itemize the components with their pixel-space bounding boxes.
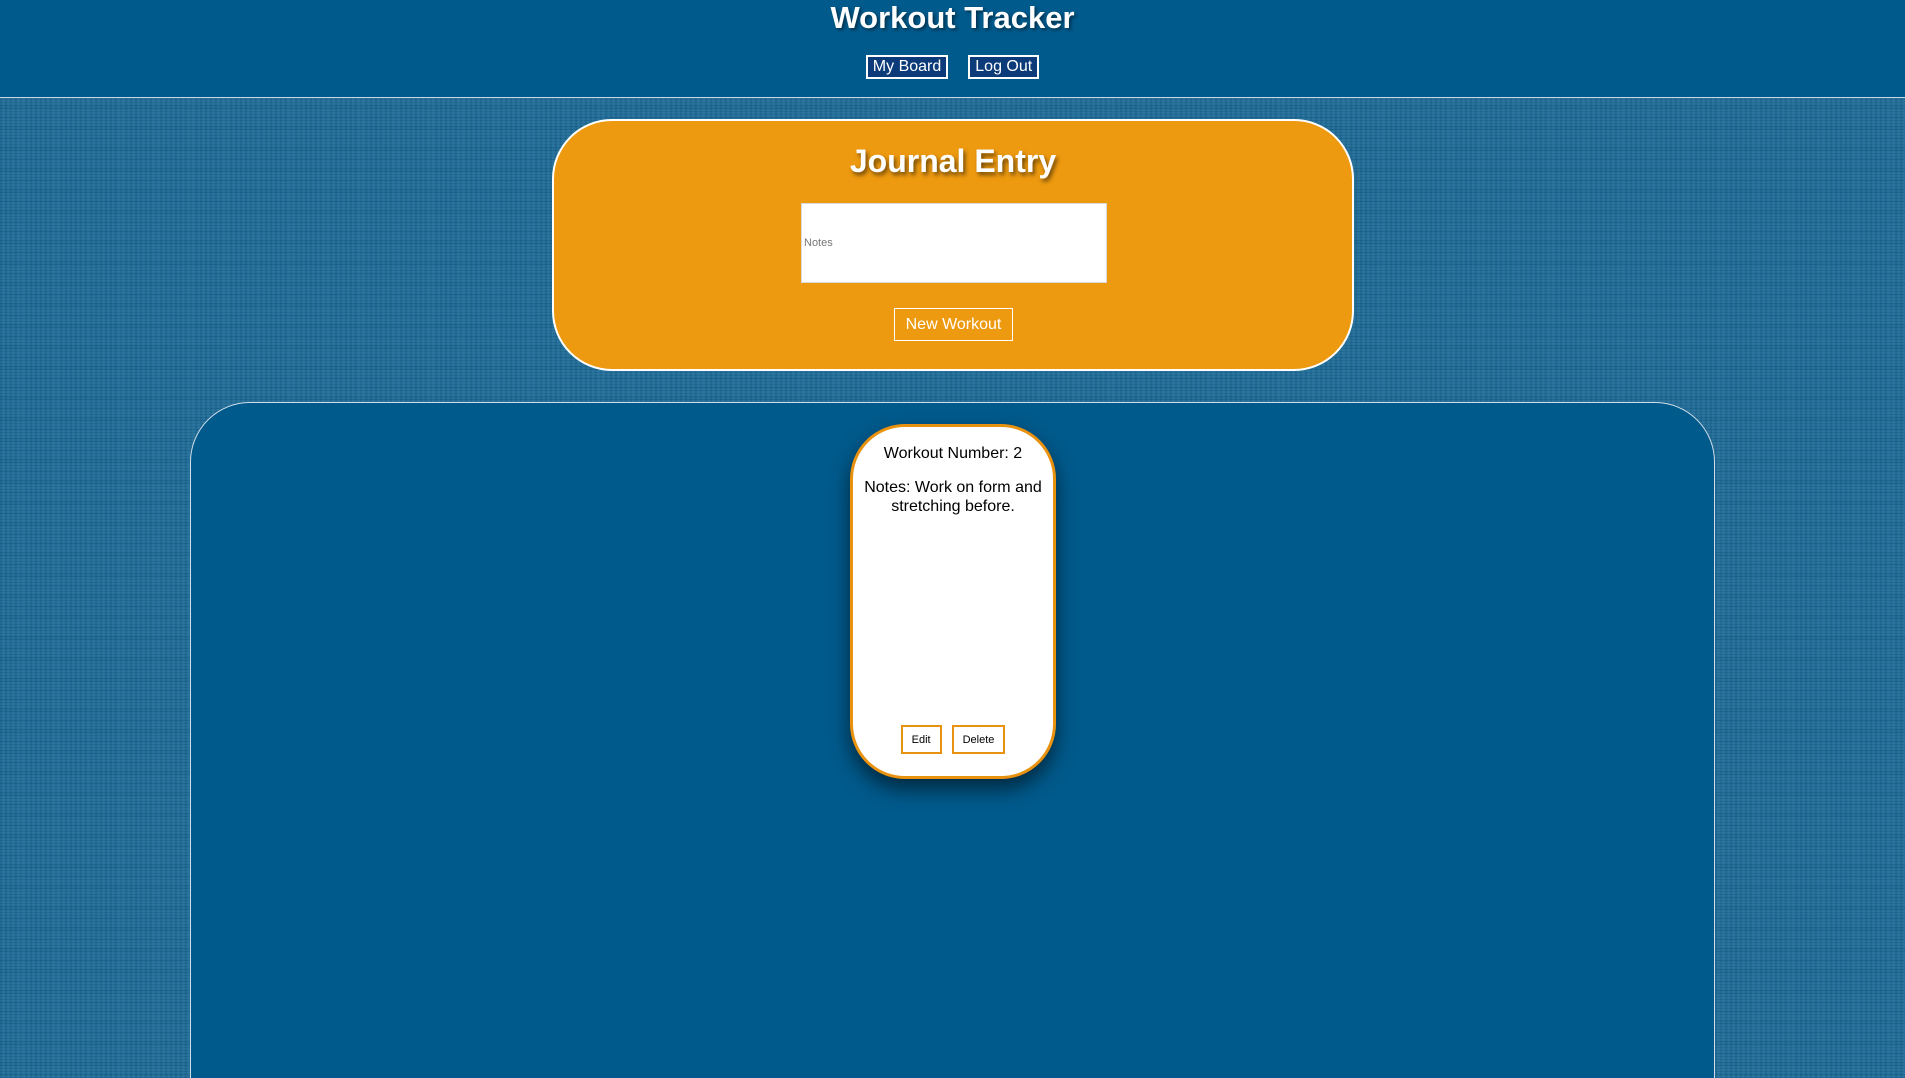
nav-log-out-link[interactable]: Log Out (968, 55, 1040, 79)
workout-card-actions: Edit Delete (853, 725, 1053, 754)
edit-workout-button[interactable]: Edit (900, 725, 942, 754)
site-title: Workout Tracker (830, 0, 1075, 35)
journal-entry-panel: Journal Entry New Workout (552, 119, 1354, 371)
workout-notes: Notes: Work on form and stretching befor… (864, 479, 1042, 515)
new-workout-button[interactable]: New Workout (894, 308, 1013, 341)
delete-workout-button[interactable]: Delete (951, 725, 1006, 754)
main-nav: My Board Log Out (0, 55, 1905, 79)
journal-entry-title: Journal Entry (849, 143, 1057, 179)
notes-input[interactable] (801, 203, 1107, 283)
nav-my-board-link[interactable]: My Board (865, 55, 949, 79)
workout-number: Workout Number: 2 (883, 445, 1023, 462)
workout-card: Workout Number: 2 Notes: Work on form an… (850, 424, 1056, 779)
top-header: Workout Tracker My Board Log Out (0, 0, 1905, 98)
